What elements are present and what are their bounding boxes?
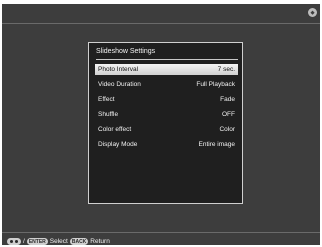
slideshow-settings-dialog: Slideshow Settings Photo Interval 7 sec.… xyxy=(88,42,243,204)
menu-item-label: Effect xyxy=(98,96,115,103)
dialog-title: Slideshow Settings xyxy=(96,48,156,55)
menu-item-value: Color xyxy=(219,126,235,133)
menu-item-label: Shuffle xyxy=(98,111,119,118)
enter-key-icon: ENTER xyxy=(26,238,48,245)
menu-item-effect[interactable]: Effect Fade xyxy=(95,94,238,105)
menu-item-label: Display Mode xyxy=(98,141,138,148)
top-divider xyxy=(2,23,320,24)
return-hint: Return xyxy=(90,238,110,245)
back-key-icon: BACK xyxy=(69,238,89,245)
settings-menu: Photo Interval 7 sec. Video Duration Ful… xyxy=(95,64,238,154)
title-divider xyxy=(96,59,238,60)
menu-item-label: Photo Interval xyxy=(98,66,139,73)
device-screen: ◆ Slideshow Settings Photo Interval 7 se… xyxy=(2,4,320,245)
menu-item-shuffle[interactable]: Shuffle OFF xyxy=(95,109,238,120)
up-down-navigation-icon xyxy=(7,238,21,245)
menu-item-label: Color effect xyxy=(98,126,132,133)
footer-hint-bar: / ENTER Select BACK Return xyxy=(7,237,112,245)
brand-logo-icon: ◆ xyxy=(308,8,317,17)
select-hint: Select xyxy=(49,238,68,245)
menu-item-display-mode[interactable]: Display Mode Entire image xyxy=(95,139,238,150)
menu-item-photo-interval[interactable]: Photo Interval 7 sec. xyxy=(95,64,238,75)
menu-item-value: Entire image xyxy=(198,141,236,148)
menu-item-video-duration[interactable]: Video Duration Full Playback xyxy=(95,79,238,90)
bottom-divider xyxy=(2,232,320,233)
menu-item-color-effect[interactable]: Color effect Color xyxy=(95,124,238,135)
footer-separator: / xyxy=(23,238,25,245)
menu-item-value: Full Playback xyxy=(196,81,235,88)
menu-item-value: OFF xyxy=(222,111,235,118)
menu-item-value: Fade xyxy=(220,96,235,103)
menu-item-value: 7 sec. xyxy=(217,66,235,73)
menu-item-label: Video Duration xyxy=(98,81,141,88)
